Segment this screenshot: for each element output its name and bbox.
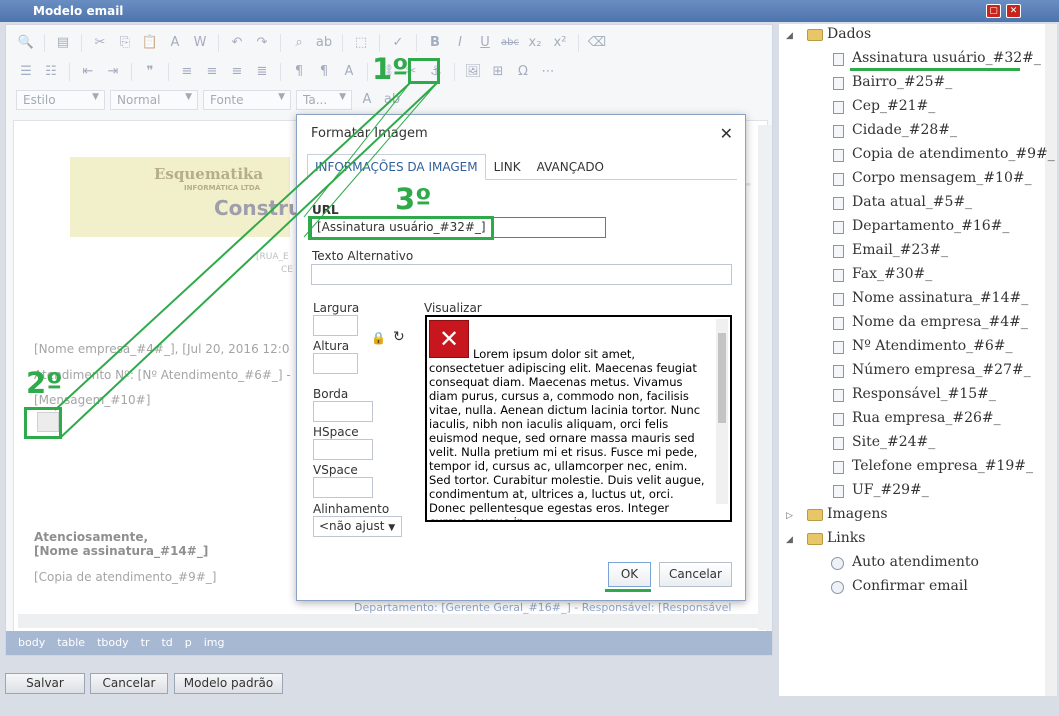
annotation-underline-ok: [605, 589, 651, 592]
annotation-box-url: [308, 216, 494, 240]
annotation-step-2: 2º: [26, 366, 63, 400]
annotation-lines: [54, 82, 438, 439]
annotation-step-1: 1º: [372, 52, 409, 86]
annotation-step-3: 3º: [395, 182, 432, 216]
annotation-underline-tree: [850, 68, 1020, 71]
annotation-box-image-placeholder: [24, 407, 62, 439]
annotation-box-image-button: [408, 58, 440, 84]
